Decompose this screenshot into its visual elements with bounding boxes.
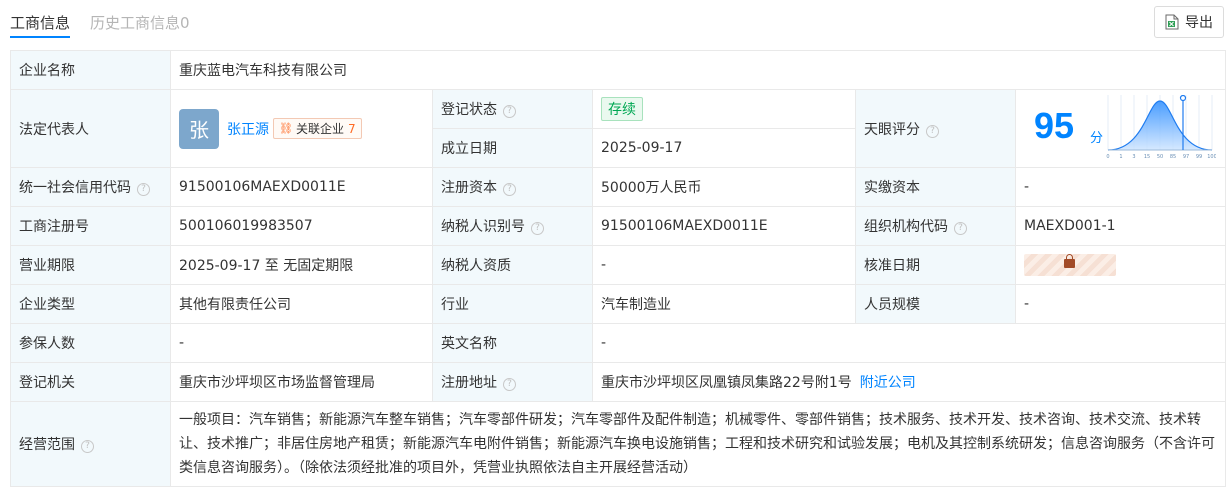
address-cell: 重庆市沙坪坝区凤凰镇凤集路22号附1号 附近公司 bbox=[592, 362, 1226, 402]
score-tick-label: 3 bbox=[1132, 154, 1135, 160]
table-row: 营业期限 2025-09-17 至 无固定期限 纳税人资质 - 核准日期 bbox=[10, 245, 1226, 285]
table-row: 经营范围? 一般项目：汽车销售；新能源汽车整车销售；汽车零部件研发；汽车零部件及… bbox=[10, 401, 1226, 487]
help-icon[interactable]: ? bbox=[81, 440, 94, 453]
related-label: 关联企业 bbox=[295, 122, 344, 136]
scope-label-cell: 经营范围? bbox=[10, 401, 171, 487]
score-tick-label: 97 bbox=[1183, 154, 1189, 160]
org-code: MAEXD001-1 bbox=[1015, 206, 1226, 246]
address-label: 注册地址 bbox=[441, 375, 497, 391]
reg-status-label-cell: 登记状态? bbox=[432, 89, 593, 129]
table-row: 企业名称 重庆蓝电汽车科技有限公司 bbox=[10, 50, 1226, 90]
table-row: 法定代表人 张张正源⛓关联企业7 登记状态? 存续 天眼评分? 95 分 bbox=[10, 89, 1226, 168]
authority: 重庆市沙坪坝区市场监督管理局 bbox=[170, 362, 433, 402]
authority-label: 登记机关 bbox=[10, 362, 171, 402]
type-label: 企业类型 bbox=[10, 284, 171, 324]
industry-label: 行业 bbox=[432, 284, 593, 324]
tianyan-score-cell[interactable]: 95 分 0 1 3 15 50 85 97 99 100 bbox=[1015, 89, 1226, 168]
paid-capital: - bbox=[1015, 167, 1226, 207]
reg-status-cell: 存续 bbox=[592, 89, 856, 129]
paid-capital-label: 实缴资本 bbox=[855, 167, 1016, 207]
reg-status-label: 登记状态 bbox=[441, 102, 497, 118]
score-distribution-chart: 0 1 3 15 50 85 97 99 100 bbox=[1106, 94, 1216, 160]
org-code-label-cell: 组织机构代码? bbox=[855, 206, 1016, 246]
score-tick-label: 100 bbox=[1207, 154, 1216, 160]
tianyan-score-label: 天眼评分 bbox=[864, 121, 920, 138]
reg-no-label: 工商注册号 bbox=[10, 206, 171, 246]
nearby-companies-link[interactable]: 附近公司 bbox=[860, 375, 916, 391]
locked-content-button[interactable] bbox=[1024, 254, 1116, 276]
help-icon[interactable]: ? bbox=[926, 124, 939, 138]
excel-icon bbox=[1165, 14, 1179, 30]
address: 重庆市沙坪坝区凤凰镇凤集路22号附1号 bbox=[601, 375, 852, 391]
scope-label: 经营范围 bbox=[19, 437, 75, 453]
related-count: 7 bbox=[347, 121, 356, 136]
help-icon[interactable]: ? bbox=[137, 183, 150, 196]
export-button[interactable]: 导出 bbox=[1154, 6, 1224, 38]
score-value: 95 bbox=[1034, 104, 1075, 146]
credit-code-label: 统一社会信用代码 bbox=[19, 180, 131, 196]
legal-rep-name-link[interactable]: 张正源 bbox=[227, 122, 269, 138]
reg-no: 500106019983507 bbox=[170, 206, 433, 246]
tab-history-business-info[interactable]: 历史工商信息0 bbox=[90, 0, 190, 38]
table-row: 登记机关 重庆市沙坪坝区市场监督管理局 注册地址? 重庆市沙坪坝区凤凰镇凤集路2… bbox=[10, 362, 1226, 402]
founded-label: 成立日期 bbox=[432, 128, 593, 168]
credit-code: 91500106MAEXD0011E bbox=[170, 167, 433, 207]
score-tick-label: 85 bbox=[1170, 154, 1176, 160]
company-name-label: 企业名称 bbox=[10, 50, 171, 90]
score-tick-label: 1 bbox=[1119, 154, 1122, 160]
term-label: 营业期限 bbox=[10, 245, 171, 285]
help-icon[interactable]: ? bbox=[503, 183, 516, 196]
help-icon[interactable]: ? bbox=[503, 105, 516, 118]
status-badge: 存续 bbox=[601, 97, 643, 121]
legal-rep-label: 法定代表人 bbox=[10, 89, 171, 168]
staff-label: 人员规模 bbox=[855, 284, 1016, 324]
related-icon: ⛓ bbox=[279, 122, 293, 135]
tab-business-info[interactable]: 工商信息 bbox=[10, 0, 71, 38]
avatar[interactable]: 张 bbox=[179, 108, 219, 149]
founded-date: 2025-09-17 bbox=[592, 128, 856, 168]
reg-capital-label-cell: 注册资本? bbox=[432, 167, 593, 207]
approval-date-cell bbox=[1015, 245, 1226, 285]
reg-capital: 50000万人民币 bbox=[592, 167, 856, 207]
reg-capital-label: 注册资本 bbox=[441, 180, 497, 196]
related-companies-badge[interactable]: ⛓ 关联企业 7 bbox=[273, 118, 362, 139]
table-row: 参保人数 - 英文名称 - bbox=[10, 323, 1226, 363]
legal-rep-cell: 张张正源 ⛓ 关联企业 7 bbox=[170, 89, 433, 168]
business-scope: 一般项目：汽车销售；新能源汽车整车销售；汽车零部件研发；汽车零部件及配件制造；机… bbox=[170, 401, 1226, 487]
org-code-label: 组织机构代码 bbox=[864, 219, 948, 235]
taxpayer-qual-label: 纳税人资质 bbox=[432, 245, 593, 285]
company-type: 其他有限责任公司 bbox=[170, 284, 433, 324]
tianyan-score-label-cell: 天眼评分? bbox=[855, 89, 1016, 168]
insured-count: - bbox=[170, 323, 433, 363]
business-info-table: 企业名称 重庆蓝电汽车科技有限公司 法定代表人 张张正源 ⛓ 关联企业 7 登记状态?… bbox=[10, 50, 1226, 487]
score-tick-label: 50 bbox=[1157, 154, 1163, 160]
help-icon[interactable]: ? bbox=[531, 222, 544, 235]
score-tick-label: 0 bbox=[1106, 154, 1109, 160]
help-icon[interactable]: ? bbox=[503, 378, 516, 391]
export-label: 导出 bbox=[1185, 15, 1213, 31]
credit-code-label-cell: 统一社会信用代码? bbox=[10, 167, 171, 207]
taxpayer-qual: - bbox=[592, 245, 856, 285]
staff-size: - bbox=[1015, 284, 1226, 324]
taxpayer-id: 91500106MAEXD0011E bbox=[592, 206, 856, 246]
lock-icon bbox=[1064, 254, 1075, 268]
company-name: 重庆蓝电汽车科技有限公司 bbox=[170, 50, 1226, 90]
table-row: 工商注册号 500106019983507 纳税人识别号? 91500106MA… bbox=[10, 206, 1226, 246]
score-tick-label: 15 bbox=[1144, 154, 1150, 160]
address-label-cell: 注册地址? bbox=[432, 362, 593, 402]
approval-date-label: 核准日期 bbox=[855, 245, 1016, 285]
taxpayer-id-label-cell: 纳税人识别号? bbox=[432, 206, 593, 246]
english-name-label: 英文名称 bbox=[432, 323, 593, 363]
taxpayer-id-label: 纳税人识别号 bbox=[441, 219, 525, 235]
english-name: - bbox=[592, 323, 1226, 363]
tab-bar: 工商信息 历史工商信息0 bbox=[10, 0, 210, 40]
table-row: 企业类型 其他有限责任公司 行业 汽车制造业 人员规模 - bbox=[10, 284, 1226, 324]
industry: 汽车制造业 bbox=[592, 284, 856, 324]
score-tick-label: 99 bbox=[1196, 154, 1202, 160]
help-icon[interactable]: ? bbox=[954, 222, 967, 235]
table-row: 统一社会信用代码? 91500106MAEXD0011E 注册资本? 50000… bbox=[10, 167, 1226, 207]
score-unit: 分 bbox=[1090, 130, 1104, 146]
insured-label: 参保人数 bbox=[10, 323, 171, 363]
term: 2025-09-17 至 无固定期限 bbox=[170, 245, 433, 285]
